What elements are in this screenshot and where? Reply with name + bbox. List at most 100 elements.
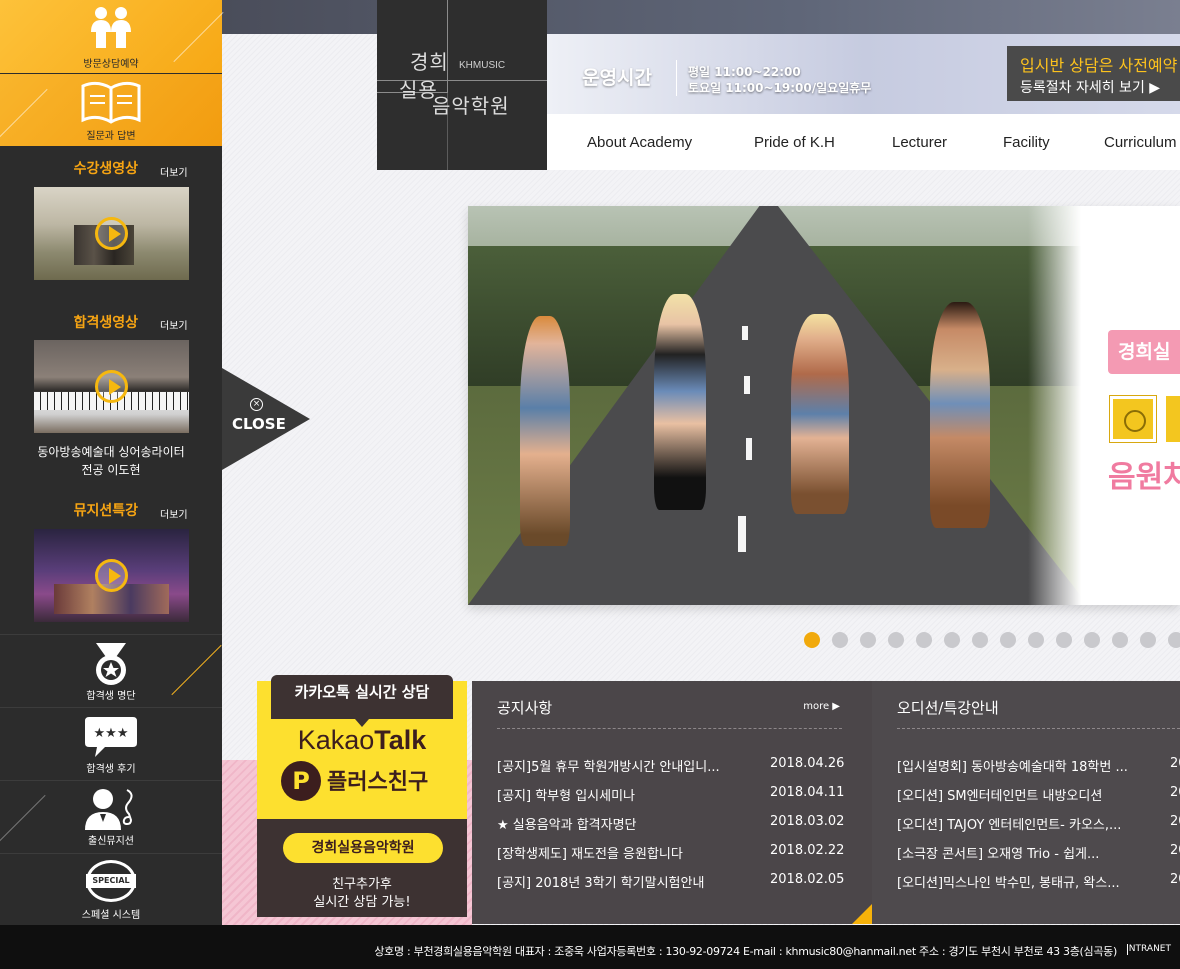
carousel-dot[interactable] xyxy=(1028,632,1044,648)
audition-board: 오디션/특강안내 [입시설명회] 동아방송예술대학 18학번 ... 20 [오… xyxy=(872,681,1180,924)
nav-curriculum[interactable]: Curriculum xyxy=(1104,134,1177,151)
notice-row-title: ★ 실용음악과 합격자명단 xyxy=(497,818,637,833)
student-video-title: 수강생영상 xyxy=(73,161,138,177)
footer: 상호명 : 부천경희실용음악학원 대표자 : 조중욱 사업자등록번호 : 130… xyxy=(0,925,1180,969)
notice-row[interactable]: [장학생제도] 재도전을 응원합니다 2018.02.22 xyxy=(497,843,872,863)
audition-row[interactable]: [오디션]믹스나인 박수민, 봉태규, 왁스... 20 xyxy=(897,872,1180,892)
reviews-label: 합격생 후기 xyxy=(86,764,136,775)
audition-row-date: 20 xyxy=(1170,872,1180,887)
notice-row-title: [공지] 2018년 3학기 학기말시험안내 xyxy=(497,876,705,891)
album-badge-icon xyxy=(1110,396,1156,442)
banner-person xyxy=(654,294,706,510)
notice-more-link[interactable]: more ▶ xyxy=(803,701,840,712)
notice-title: 공지사항 xyxy=(497,699,553,717)
reviews-button[interactable]: ★★★ 합격생 후기 xyxy=(0,707,222,779)
chat-stars-icon: ★★★ xyxy=(85,717,137,757)
musician-lecture-more[interactable]: 더보기 xyxy=(160,506,188,521)
musician-lecture-thumb[interactable] xyxy=(34,529,189,622)
kakao-brand-regular: Kakao xyxy=(297,725,375,755)
carousel-dot[interactable] xyxy=(1140,632,1156,648)
people-icon xyxy=(91,7,131,48)
intranet-link[interactable]: INTRANET xyxy=(1126,944,1171,954)
kakao-info-line: 실시간 상담 가능! xyxy=(313,895,411,910)
special-system-label: 스페셜 시스템 xyxy=(81,910,141,921)
book-icon xyxy=(81,81,141,124)
banner-person xyxy=(791,314,849,514)
pass-video-caption: 전공 이도현 xyxy=(81,463,141,477)
banner-headline: 음원차 xyxy=(1108,460,1180,495)
hall-of-fame-button[interactable]: 합격생 명단 xyxy=(0,634,222,707)
hero-banner[interactable]: 경희실 음원차 xyxy=(468,206,1180,605)
carousel-dot[interactable] xyxy=(972,632,988,648)
student-video-thumb[interactable] xyxy=(34,187,189,280)
notice-row[interactable]: ★ 실용음악과 합격자명단 2018.03.02 xyxy=(497,814,872,834)
qa-label: 질문과 답변 xyxy=(86,131,136,142)
enroll-procedure-button[interactable]: 입시반 상담은 사전예약 등록절차 자세히 보기 ▶ xyxy=(1007,46,1180,101)
enroll-link: 등록절차 자세히 보기 ▶ xyxy=(1020,80,1161,96)
notice-row[interactable]: [공지] 학부형 입시세미나 2018.04.11 xyxy=(497,785,872,805)
road-dash xyxy=(742,326,748,340)
carousel-dot[interactable] xyxy=(944,632,960,648)
hours-weekend: 토요일 11:00~19:00/일요일휴무 xyxy=(688,81,872,95)
pass-video-title: 합격생영상 xyxy=(73,315,138,331)
kakao-lower-panel: 경희실용음악학원 친구추가후 실시간 상담 가능! xyxy=(257,819,467,917)
special-system-button[interactable]: SPECIAL 스페셜 시스템 xyxy=(0,853,222,925)
nav-facility[interactable]: Facility xyxy=(1003,134,1050,151)
logo-english: KHMUSIC xyxy=(459,60,506,71)
nav-pride-of-kh[interactable]: Pride of K.H xyxy=(754,134,835,151)
visit-reservation-button[interactable]: 방문상담예약 xyxy=(0,0,224,73)
carousel-dot[interactable] xyxy=(1000,632,1016,648)
audition-row[interactable]: [오디션] TAJOY 엔터테인먼트- 카오스,... 20 xyxy=(897,814,1180,834)
academy-name-bubble: 경희실용음악학원 xyxy=(283,833,443,863)
road-dash xyxy=(738,516,746,552)
notice-row[interactable]: [공지]5월 휴무 학원개방시간 안내입니... 2018.04.26 xyxy=(497,756,872,776)
carousel-dot[interactable] xyxy=(1084,632,1100,648)
kakao-tab-title: 카카오톡 실시간 상담 xyxy=(271,675,453,727)
carousel-dot[interactable] xyxy=(832,632,848,648)
close-x-icon: × xyxy=(250,398,263,411)
kakao-info-line: 친구추가후 xyxy=(332,877,392,892)
nav-lecturer[interactable]: Lecturer xyxy=(892,134,947,151)
carousel-dot[interactable] xyxy=(1112,632,1128,648)
carousel-dot[interactable] xyxy=(860,632,876,648)
musician-lecture-title: 뮤지션특강 xyxy=(73,503,138,519)
hours-weekday: 평일 11:00~22:00 xyxy=(688,65,801,79)
audition-row[interactable]: [입시설명회] 동아방송예술대학 18학번 ... 20 xyxy=(897,756,1180,776)
nav-about-academy[interactable]: About Academy xyxy=(587,134,692,151)
carousel-dot[interactable] xyxy=(888,632,904,648)
notice-row-date: 2018.04.26 xyxy=(770,756,845,771)
notice-row-title: [장학생제도] 재도전을 응원합니다 xyxy=(497,847,683,862)
qa-button[interactable]: 질문과 답변 xyxy=(0,74,222,146)
sidebar-close-button[interactable]: × CLOSE xyxy=(222,368,312,470)
notice-row[interactable]: [공지] 2018년 3학기 학기말시험안내 2018.02.05 xyxy=(497,872,872,892)
plus-friend-label: 플러스친구 xyxy=(327,770,429,795)
board-divider xyxy=(497,728,842,729)
pass-video-thumb[interactable] xyxy=(34,340,189,433)
alumni-musician-button[interactable]: 출신뮤지션 xyxy=(0,780,222,853)
close-label: CLOSE xyxy=(232,415,286,433)
carousel-dot[interactable] xyxy=(1056,632,1072,648)
banner-text-panel xyxy=(1028,206,1180,605)
banner-person xyxy=(520,316,570,546)
top-strip xyxy=(222,0,1180,34)
kakao-consult-box[interactable]: 카카오톡 실시간 상담 KakaoTalk P 플러스친구 경희실용음악학원 친… xyxy=(257,675,467,917)
play-icon xyxy=(95,370,128,403)
audition-row[interactable]: [소극장 콘서트] 오재영 Trio - 쉽게... 20 xyxy=(897,843,1180,863)
pass-video-more[interactable]: 더보기 xyxy=(160,317,188,332)
academy-logo[interactable]: 경희 실용 음악학원 KHMUSIC xyxy=(377,0,547,170)
carousel-dot[interactable] xyxy=(804,632,820,648)
kakao-plus-icon: P xyxy=(281,761,321,801)
board-corner-accent xyxy=(852,904,872,924)
audition-title: 오디션/특강안내 xyxy=(897,699,999,717)
carousel-dot[interactable] xyxy=(916,632,932,648)
hall-of-fame-label: 합격생 명단 xyxy=(86,691,136,702)
carousel-dot[interactable] xyxy=(1168,632,1180,648)
alumni-label: 출신뮤지션 xyxy=(88,836,134,847)
hours-title: 운영시간 xyxy=(582,67,652,89)
audition-row[interactable]: [오디션] SM엔터테인먼트 내방오디션 20 xyxy=(897,785,1180,805)
notice-row-date: 2018.03.02 xyxy=(770,814,845,829)
student-video-more[interactable]: 더보기 xyxy=(160,164,188,179)
audition-row-title: [오디션] TAJOY 엔터테인먼트- 카오스,... xyxy=(897,818,1122,833)
logo-text: 음악학원 xyxy=(432,94,510,118)
special-badge-icon: SPECIAL xyxy=(86,860,136,902)
